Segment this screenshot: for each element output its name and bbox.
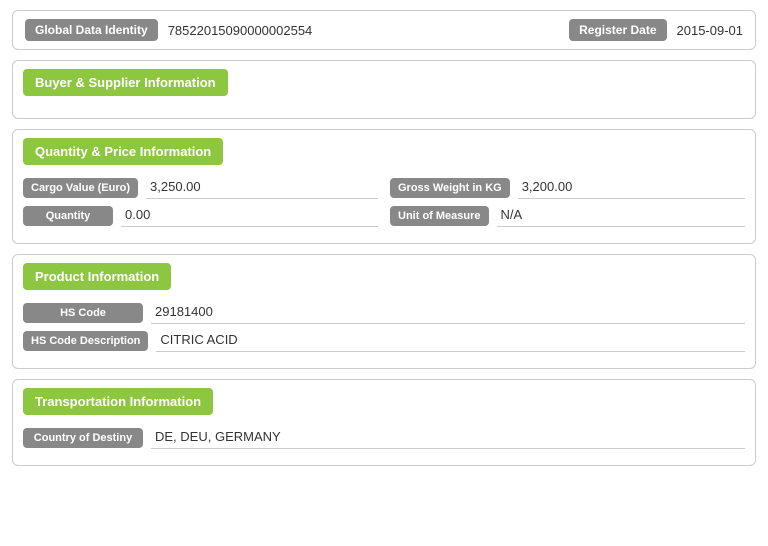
quantity-price-section: Quantity & Price Information Cargo Value… xyxy=(12,129,756,244)
cargo-value: 3,250.00 xyxy=(146,177,378,199)
hs-code-group: HS Code 29181400 xyxy=(23,302,745,324)
transportation-body: Country of Destiny DE, DEU, GERMANY xyxy=(13,423,755,465)
register-date-value: 2015-09-01 xyxy=(677,23,744,38)
buyer-supplier-body xyxy=(13,104,755,118)
hs-desc-value: CITRIC ACID xyxy=(156,330,745,352)
cargo-label: Cargo Value (Euro) xyxy=(23,178,138,198)
quantity-value: 0.00 xyxy=(121,205,378,227)
buyer-supplier-section: Buyer & Supplier Information xyxy=(12,60,756,119)
cargo-value-group: Cargo Value (Euro) 3,250.00 xyxy=(23,177,378,199)
product-body: HS Code 29181400 HS Code Description CIT… xyxy=(13,298,755,368)
quantity-label: Quantity xyxy=(23,206,113,226)
product-header: Product Information xyxy=(23,263,171,290)
hs-desc-label: HS Code Description xyxy=(23,331,148,351)
product-section: Product Information HS Code 29181400 HS … xyxy=(12,254,756,369)
hs-code-label: HS Code xyxy=(23,303,143,323)
quantity-price-header: Quantity & Price Information xyxy=(23,138,223,165)
hs-code-value: 29181400 xyxy=(151,302,745,324)
quantity-group: Quantity 0.00 xyxy=(23,205,378,227)
page-wrapper: Global Data Identity 7852201509000000255… xyxy=(0,0,768,486)
transportation-section: Transportation Information Country of De… xyxy=(12,379,756,466)
country-destiny-group: Country of Destiny DE, DEU, GERMANY xyxy=(23,427,745,449)
unit-measure-label: Unit of Measure xyxy=(390,206,489,226)
gdi-label: Global Data Identity xyxy=(25,19,158,41)
gross-weight-group: Gross Weight in KG 3,200.00 xyxy=(390,177,745,199)
country-destiny-label: Country of Destiny xyxy=(23,428,143,448)
gross-weight-value: 3,200.00 xyxy=(518,177,745,199)
register-date-label: Register Date xyxy=(569,19,666,41)
unit-measure-group: Unit of Measure N/A xyxy=(390,205,745,227)
unit-measure-value: N/A xyxy=(497,205,745,227)
gdi-value: 78522015090000002554 xyxy=(168,23,559,38)
country-destiny-value: DE, DEU, GERMANY xyxy=(151,427,745,449)
quantity-unit-row: Quantity 0.00 Unit of Measure N/A xyxy=(23,205,745,227)
gross-weight-label: Gross Weight in KG xyxy=(390,178,510,198)
cargo-gross-row: Cargo Value (Euro) 3,250.00 Gross Weight… xyxy=(23,177,745,199)
hs-desc-group: HS Code Description CITRIC ACID xyxy=(23,330,745,352)
buyer-supplier-header: Buyer & Supplier Information xyxy=(23,69,228,96)
identity-bar: Global Data Identity 7852201509000000255… xyxy=(12,10,756,50)
transportation-header: Transportation Information xyxy=(23,388,213,415)
quantity-price-body: Cargo Value (Euro) 3,250.00 Gross Weight… xyxy=(13,173,755,243)
